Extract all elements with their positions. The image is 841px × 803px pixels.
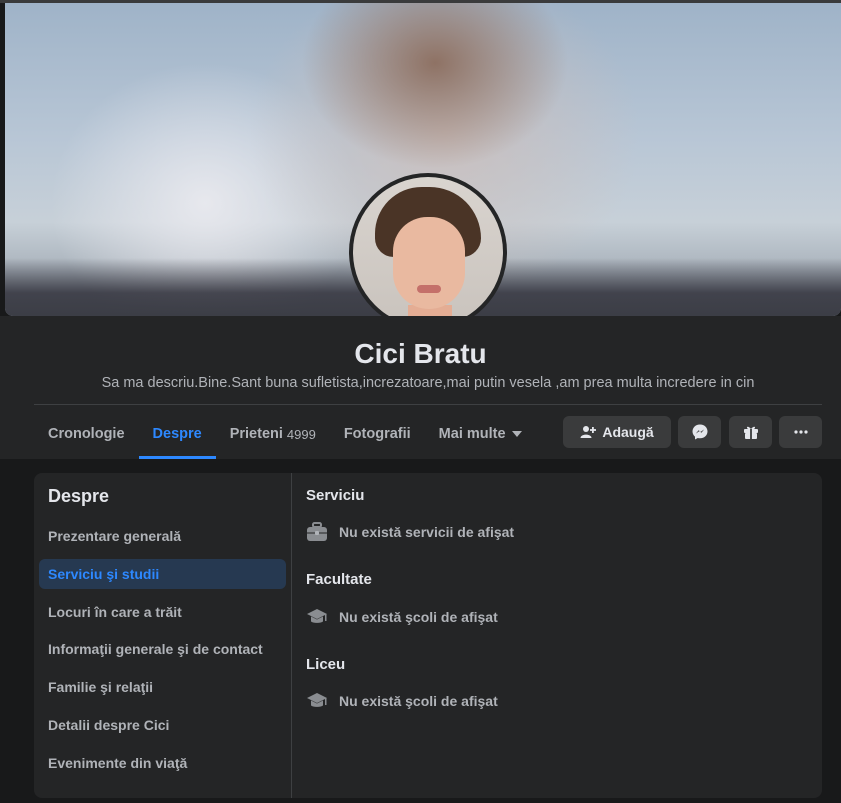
about-sidebar: Despre Prezentare generală Serviciu şi s… <box>34 473 292 798</box>
section-title-liceu: Liceu <box>306 656 346 673</box>
add-friend-label: Adaugă <box>602 424 654 440</box>
tab-cronologie[interactable]: Cronologie <box>34 412 139 456</box>
messenger-icon <box>692 424 707 440</box>
gift-icon <box>743 426 758 439</box>
about-title: Despre <box>48 486 110 506</box>
tab-label: Fotografii <box>343 426 411 442</box>
about-menu-contact[interactable]: Informaţii generale şi de contact <box>39 634 286 664</box>
gift-button[interactable] <box>729 416 772 448</box>
avatar-lips <box>417 285 441 293</box>
empty-text: Nu există şcoli de afişat <box>339 693 498 709</box>
add-friend-icon <box>580 426 597 438</box>
about-menu-places[interactable]: Locuri în care a trăit <box>39 597 286 627</box>
about-menu-label: Detalii despre Cici <box>48 717 170 733</box>
profile-tabs: Cronologie Despre Prieteni 4999 Fotografi… <box>34 412 536 459</box>
header-divider <box>34 404 822 405</box>
tab-label: Prieteni <box>229 426 283 442</box>
tab-prieteni[interactable]: Prieteni 4999 <box>216 412 330 456</box>
about-menu-work-education[interactable]: Serviciu şi studii <box>39 559 286 589</box>
tab-mai-multe[interactable]: Mai multe <box>425 412 536 456</box>
briefcase-icon <box>306 521 328 543</box>
message-button[interactable] <box>678 416 721 448</box>
tab-fotografii[interactable]: Fotografii <box>330 412 425 456</box>
about-menu-family[interactable]: Familie şi relaţii <box>39 672 286 702</box>
graduation-cap-icon <box>306 606 328 628</box>
about-menu-label: Evenimente din viaţă <box>48 755 188 771</box>
empty-text: Nu există şcoli de afişat <box>339 609 498 625</box>
caret-down-icon <box>511 431 522 437</box>
profile-bio: Sa ma descriu.Bine.Sant buna sufletista,… <box>101 375 755 391</box>
about-menu-label: Serviciu şi studii <box>48 566 160 582</box>
tab-label: Cronologie <box>48 426 125 442</box>
add-friend-button[interactable]: Adaugă <box>563 416 671 448</box>
about-menu-details[interactable]: Detalii despre Cici <box>39 710 286 740</box>
profile-name: Cici Bratu <box>354 338 487 369</box>
about-menu-overview[interactable]: Prezentare generală <box>39 521 286 551</box>
avatar <box>353 177 503 327</box>
about-card: Despre Prezentare generală Serviciu şi s… <box>34 473 822 798</box>
graduation-cap-icon <box>306 690 328 712</box>
empty-serviciu: Nu există servicii de afişat <box>306 521 514 543</box>
more-options-button[interactable] <box>779 416 822 448</box>
tab-label: Mai multe <box>438 426 506 442</box>
about-menu-label: Informaţii generale şi de contact <box>48 641 263 657</box>
tab-label: Despre <box>152 426 202 442</box>
tab-despre[interactable]: Despre <box>138 412 216 459</box>
friends-count: 4999 <box>286 426 316 442</box>
section-title-serviciu: Serviciu <box>306 487 365 504</box>
empty-facultate: Nu există şcoli de afişat <box>306 606 498 628</box>
avatar-face <box>393 217 465 309</box>
more-dots-icon <box>793 430 808 434</box>
section-title-facultate: Facultate <box>306 571 372 588</box>
profile-picture[interactable] <box>349 173 507 331</box>
empty-text: Nu există servicii de afişat <box>339 524 515 540</box>
about-menu-life-events[interactable]: Evenimente din viaţă <box>39 748 286 778</box>
about-menu-label: Locuri în care a trăit <box>48 604 182 620</box>
empty-liceu: Nu există şcoli de afişat <box>306 690 498 712</box>
about-menu-label: Familie şi relaţii <box>48 679 154 695</box>
about-menu-label: Prezentare generală <box>48 528 182 544</box>
